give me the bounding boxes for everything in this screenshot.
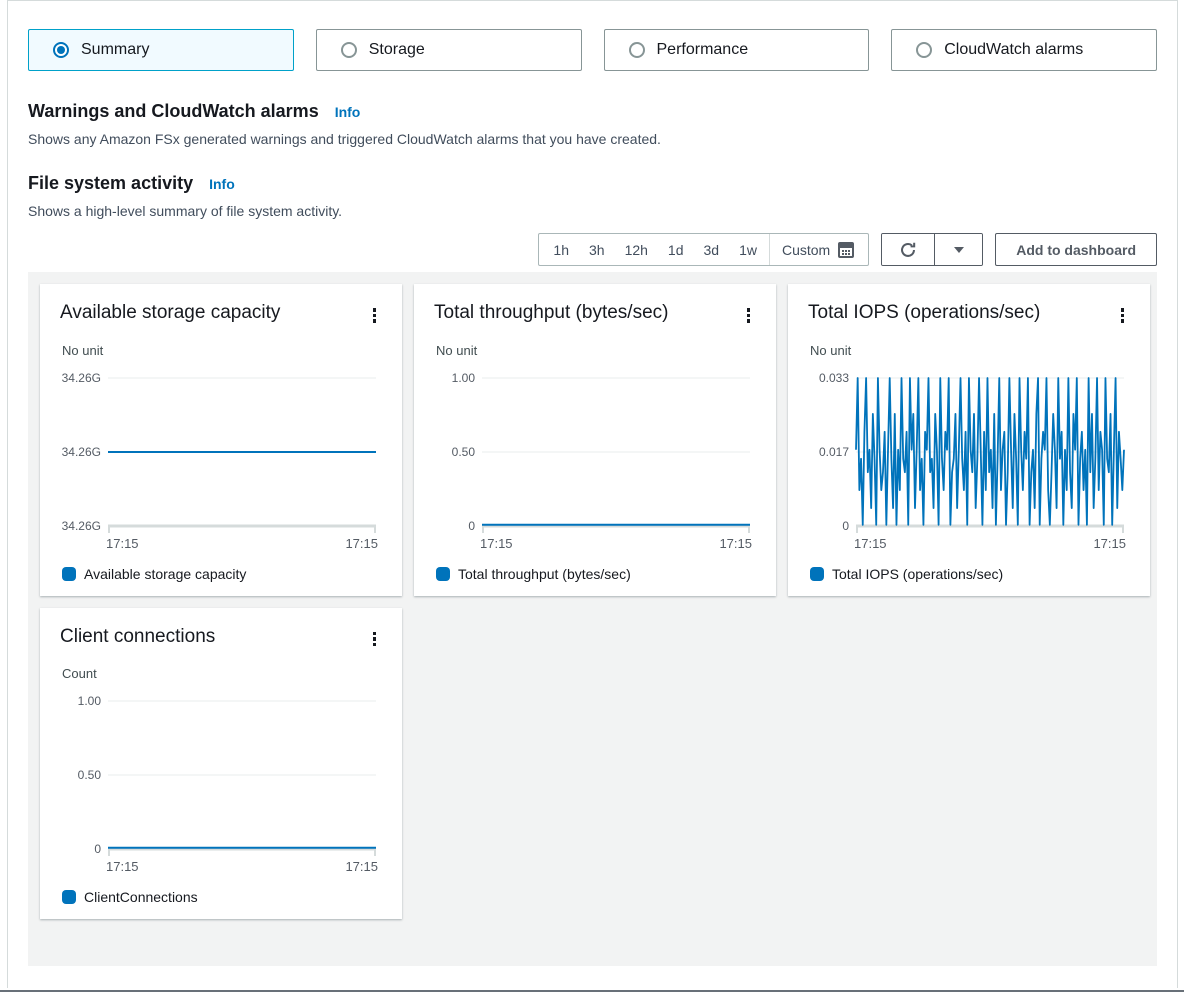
svg-text:0.017: 0.017 <box>819 445 849 459</box>
refresh-split-button <box>881 233 983 266</box>
chart-legend: Total throughput (bytes/sec) <box>434 566 756 582</box>
chart-menu-kebab-icon[interactable] <box>367 628 383 651</box>
range-1d-button[interactable]: 1d <box>658 234 694 265</box>
chart-title: Available storage capacity <box>60 302 280 324</box>
chart-card-total-iops: Total IOPS (operations/sec) No unit 0.03… <box>788 284 1150 596</box>
svg-text:0: 0 <box>94 842 101 856</box>
svg-text:34.26G: 34.26G <box>62 371 101 385</box>
chart-legend: ClientConnections <box>60 889 382 905</box>
chart-unit-label: Count <box>62 666 382 681</box>
svg-text:34.26G: 34.26G <box>62 445 101 459</box>
radio-selected-icon <box>53 42 69 58</box>
chart-menu-kebab-icon[interactable] <box>741 304 757 327</box>
tab-label: CloudWatch alarms <box>944 41 1083 59</box>
chart-toolbar: 1h 3h 12h 1d 3d 1w Custom <box>28 233 1157 266</box>
legend-label: ClientConnections <box>84 889 198 905</box>
activity-section-description: Shows a high-level summary of file syste… <box>28 203 1157 219</box>
page-container: Summary Storage Performance CloudWatch a… <box>7 0 1178 988</box>
chart-plot: 1.00 0.50 0 17:15 17:15 <box>434 364 756 560</box>
svg-text:17:15: 17:15 <box>854 536 887 551</box>
tab-summary[interactable]: Summary <box>28 29 294 71</box>
warnings-section-description: Shows any Amazon FSx generated warnings … <box>28 131 1157 147</box>
chart-title: Total IOPS (operations/sec) <box>808 302 1040 324</box>
refresh-button[interactable] <box>882 234 934 265</box>
svg-text:0: 0 <box>842 519 849 533</box>
refresh-options-button[interactable] <box>934 234 982 265</box>
svg-text:0.033: 0.033 <box>819 371 849 385</box>
radio-unselected-icon <box>341 42 357 58</box>
range-3h-button[interactable]: 3h <box>579 234 615 265</box>
activity-section: File system activity Info Shows a high-le… <box>28 173 1157 219</box>
chart-unit-label: No unit <box>62 343 382 358</box>
warnings-info-link[interactable]: Info <box>335 104 361 120</box>
tab-label: Performance <box>657 41 749 59</box>
charts-dashboard: Available storage capacity No unit 34.26… <box>28 272 1157 966</box>
range-divider <box>769 234 770 265</box>
svg-text:17:15: 17:15 <box>480 536 513 551</box>
svg-text:1.00: 1.00 <box>78 694 102 708</box>
tab-cloudwatch-alarms[interactable]: CloudWatch alarms <box>891 29 1157 71</box>
chart-card-available-storage: Available storage capacity No unit 34.26… <box>40 284 402 596</box>
chart-card-client-connections: Client connections Count 1.000.50017:151… <box>40 608 402 920</box>
svg-text:17:15: 17:15 <box>719 536 752 551</box>
activity-info-link[interactable]: Info <box>209 176 235 192</box>
add-to-dashboard-button[interactable]: Add to dashboard <box>995 233 1157 266</box>
legend-swatch <box>810 567 824 581</box>
chart-title: Client connections <box>60 626 215 648</box>
chart-unit-label: No unit <box>810 343 1130 358</box>
tab-label: Storage <box>369 41 425 59</box>
calendar-icon <box>838 242 854 258</box>
legend-swatch <box>62 567 76 581</box>
tab-storage[interactable]: Storage <box>316 29 582 71</box>
range-3d-button[interactable]: 3d <box>694 234 730 265</box>
legend-swatch <box>62 890 76 904</box>
svg-text:0: 0 <box>468 519 475 533</box>
page-bottom-divider <box>0 990 1184 992</box>
chart-plot: 0.033 0.017 0 17:15 17:15 <box>808 364 1130 560</box>
svg-text:34.26G: 34.26G <box>62 519 101 533</box>
legend-label: Available storage capacity <box>84 566 246 582</box>
chart-title: Total throughput (bytes/sec) <box>434 302 668 324</box>
legend-swatch <box>436 567 450 581</box>
view-tabs: Summary Storage Performance CloudWatch a… <box>28 29 1157 71</box>
svg-text:17:15: 17:15 <box>1093 536 1126 551</box>
chart-unit-label: No unit <box>436 343 756 358</box>
radio-unselected-icon <box>629 42 645 58</box>
tab-label: Summary <box>81 41 149 59</box>
chart-plot: 1.00 0.50 0 17:15 17:15 <box>60 687 382 883</box>
refresh-icon <box>899 241 917 259</box>
chart-legend: Total IOPS (operations/sec) <box>808 566 1130 582</box>
radio-unselected-icon <box>916 42 932 58</box>
legend-label: Total IOPS (operations/sec) <box>832 566 1003 582</box>
range-custom-button[interactable]: Custom <box>772 234 864 265</box>
svg-text:0.50: 0.50 <box>78 768 102 782</box>
svg-text:1.00: 1.00 <box>452 371 476 385</box>
range-1h-button[interactable]: 1h <box>543 234 579 265</box>
time-range-group: 1h 3h 12h 1d 3d 1w Custom <box>538 233 869 266</box>
range-1w-button[interactable]: 1w <box>729 234 767 265</box>
custom-range-label: Custom <box>782 242 830 258</box>
chart-menu-kebab-icon[interactable] <box>367 304 383 327</box>
legend-label: Total throughput (bytes/sec) <box>458 566 631 582</box>
warnings-section-title: Warnings and CloudWatch alarms <box>28 101 319 121</box>
chart-menu-kebab-icon[interactable] <box>1115 304 1131 327</box>
tab-performance[interactable]: Performance <box>604 29 870 71</box>
warnings-section: Warnings and CloudWatch alarms Info Shows… <box>28 101 1157 147</box>
chart-legend: Available storage capacity <box>60 566 382 582</box>
chart-card-total-throughput: Total throughput (bytes/sec) No unit 1.0… <box>414 284 776 596</box>
svg-text:17:15: 17:15 <box>345 536 378 551</box>
range-12h-button[interactable]: 12h <box>615 234 658 265</box>
svg-text:17:15: 17:15 <box>106 859 139 874</box>
svg-text:0.50: 0.50 <box>452 445 476 459</box>
activity-section-title: File system activity <box>28 173 193 193</box>
chart-plot: 34.26G 34.26G 34.26G 17:15 17:15 <box>60 364 382 560</box>
svg-text:17:15: 17:15 <box>106 536 139 551</box>
caret-down-icon <box>954 247 964 253</box>
svg-text:17:15: 17:15 <box>345 859 378 874</box>
